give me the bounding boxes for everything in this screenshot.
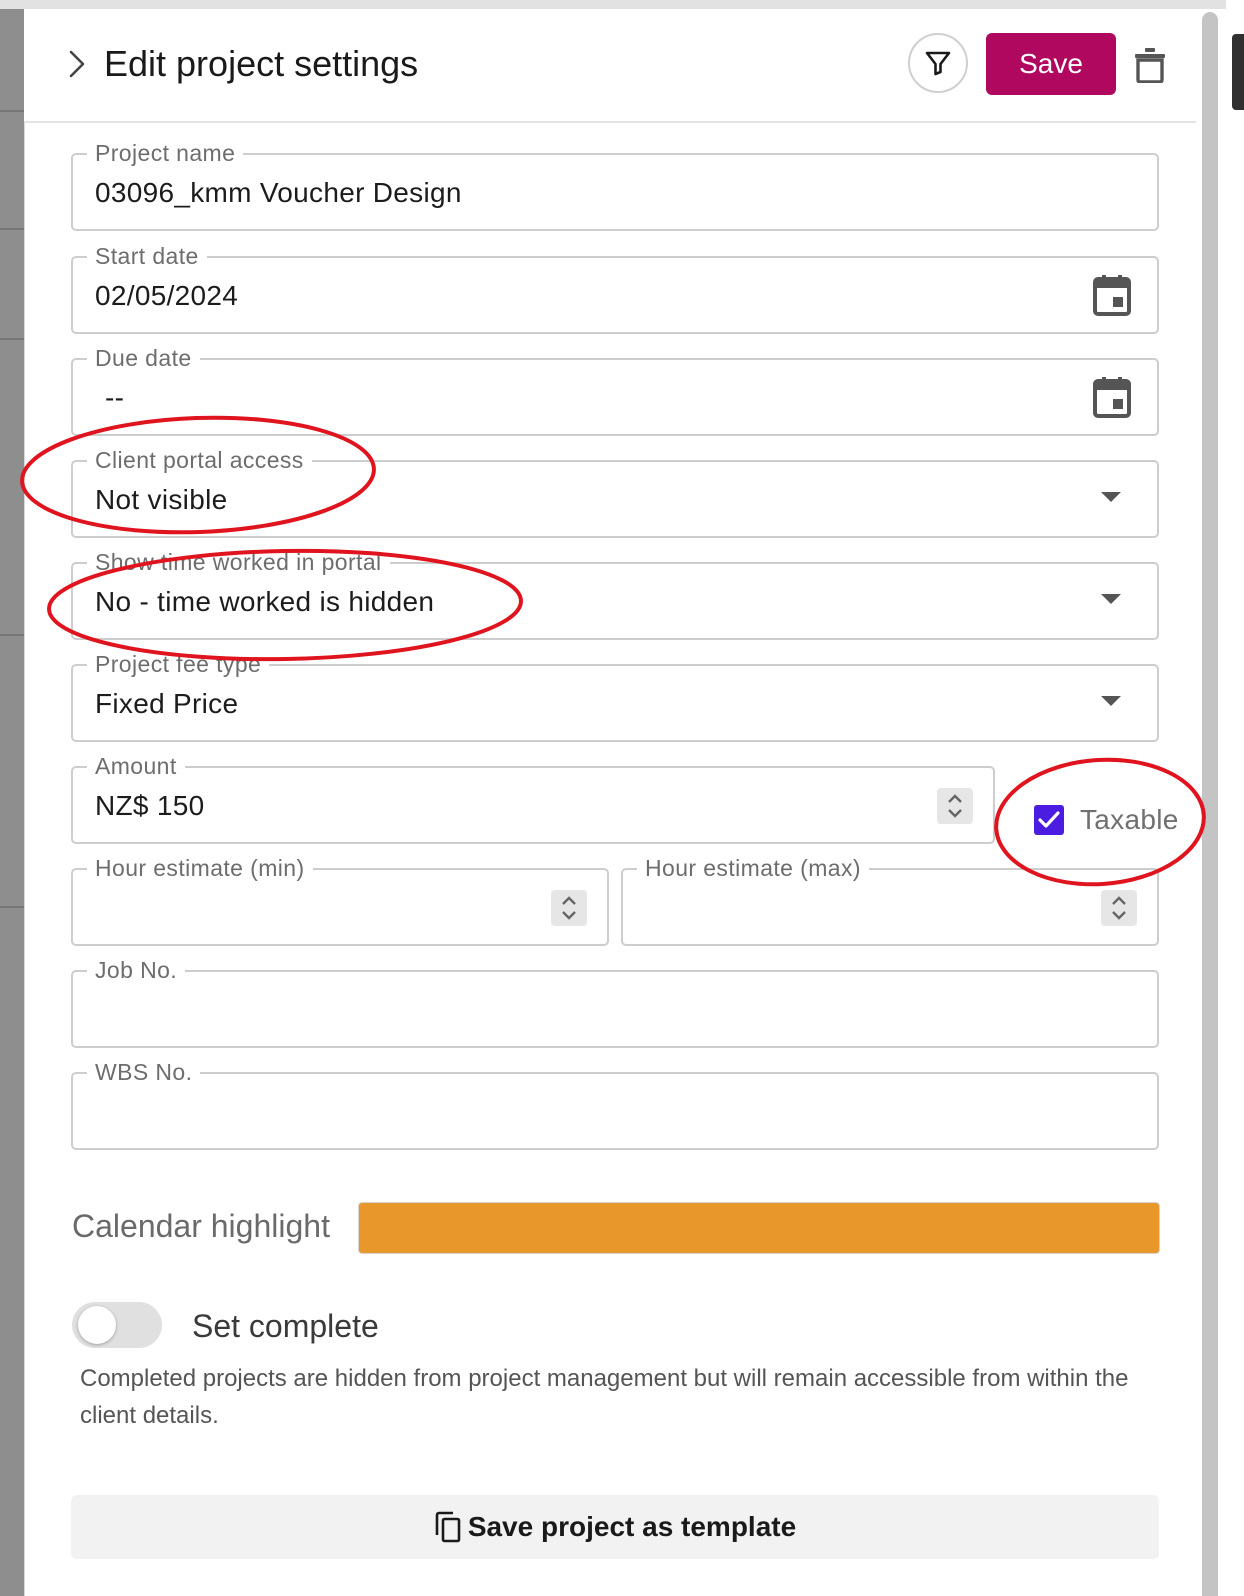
save-as-template-label: Save project as template [467,1511,797,1542]
hour-estimate-max-field[interactable]: Hour estimate (max) [621,854,1159,946]
calendar-icon[interactable] [1093,274,1131,316]
window-edge [1226,0,1244,1596]
amount-value[interactable]: NZ$ 150 [95,790,205,822]
project-name-value[interactable]: 03096_kmm Voucher Design [95,177,462,209]
set-complete-helper-text: Completed projects are hidden from proje… [80,1365,1129,1429]
set-complete-label: Set complete [192,1308,379,1344]
due-date-field[interactable]: Due date -- [71,344,1159,436]
fee-type-select[interactable]: Project fee type Fixed Price [71,650,1159,742]
hour-estimate-min-field[interactable]: Hour estimate (min) [71,854,609,946]
filter-icon [925,51,951,76]
fee-type-label: Project fee type [87,650,270,678]
client-portal-access-value: Not visible [95,484,228,515]
client-portal-access-select[interactable]: Client portal access Not visible [71,446,1159,538]
hour-estimate-min-label: Hour estimate (min) [87,854,313,882]
project-name-field[interactable]: Project name 03096_kmm Voucher Design [71,139,1159,231]
chevron-right-icon[interactable] [62,49,92,79]
background-divider [0,338,24,340]
show-time-worked-value: No - time worked is hidden [95,586,435,617]
start-date-field[interactable]: Start date 02/05/2024 [71,242,1159,334]
edge-marker [1232,34,1244,110]
background-divider [0,110,24,112]
dropdown-caret-icon[interactable] [1101,492,1121,502]
project-name-label: Project name [87,139,244,167]
background-divider [0,228,24,230]
client-portal-access-label: Client portal access [87,446,312,474]
start-date-value[interactable]: 02/05/2024 [95,280,238,312]
trash-icon[interactable] [1134,47,1166,83]
fee-type-value: Fixed Price [95,688,239,719]
calendar-highlight-color-swatch[interactable] [358,1202,1160,1254]
job-no-field[interactable]: Job No. [71,956,1159,1048]
save-as-template-button[interactable]: Save project as template [71,1495,1159,1559]
set-complete-toggle[interactable] [72,1302,162,1348]
hour-estimate-max-label: Hour estimate (max) [637,854,869,882]
top-strip [0,0,1244,9]
dropdown-caret-icon[interactable] [1101,594,1121,604]
due-date-label: Due date [87,344,200,372]
background-page [0,0,24,1596]
scrollbar[interactable] [1202,12,1218,1596]
page-title: Edit project settings [104,43,419,84]
panel-header: Edit project settings Save [24,9,1196,123]
taxable-checkbox[interactable] [1034,805,1064,835]
background-divider [0,906,24,908]
show-time-worked-select[interactable]: Show time worked in portal No - time wor… [71,548,1159,640]
wbs-no-label: WBS No. [87,1058,201,1086]
stepper-icon[interactable] [937,788,973,824]
amount-label: Amount [87,752,185,780]
copy-icon [435,1511,461,1543]
calendar-icon[interactable] [1093,376,1131,418]
checkmark-icon [1038,811,1060,828]
wbs-no-field[interactable]: WBS No. [71,1058,1159,1150]
save-button[interactable]: Save [986,33,1116,95]
taxable-label[interactable]: Taxable [1080,804,1179,836]
stepper-icon[interactable] [1101,890,1137,926]
amount-field[interactable]: Amount NZ$ 150 [71,752,995,844]
stepper-icon[interactable] [551,890,587,926]
calendar-highlight-label: Calendar highlight [72,1208,330,1244]
due-date-value[interactable]: -- [105,382,124,414]
filter-button[interactable] [908,33,968,93]
background-divider [0,634,24,636]
job-no-label: Job No. [87,956,186,984]
dropdown-caret-icon[interactable] [1101,696,1121,706]
show-time-worked-label: Show time worked in portal [87,548,390,576]
start-date-label: Start date [87,242,207,270]
toggle-knob [78,1306,116,1344]
